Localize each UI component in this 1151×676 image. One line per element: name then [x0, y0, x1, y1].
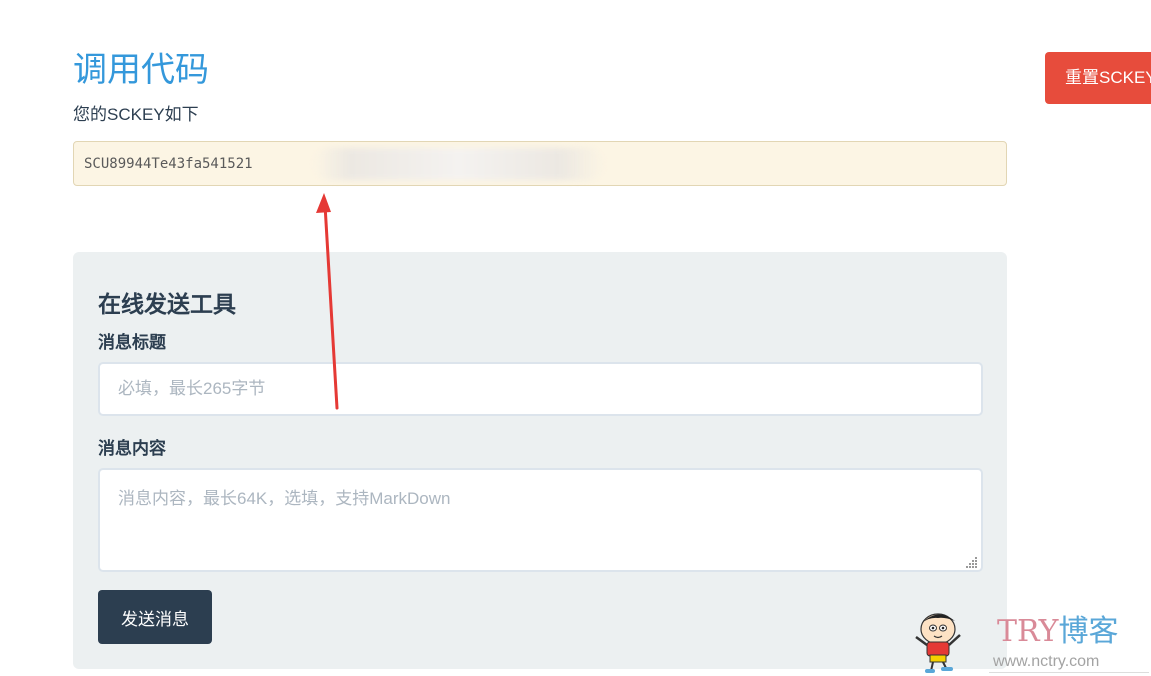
message-title-input[interactable] — [98, 362, 983, 416]
sckey-label: 您的SCKEY如下 — [73, 105, 199, 124]
mascot-icon — [915, 613, 961, 673]
resize-handle-icon[interactable] — [966, 556, 978, 568]
watermark-brand: TRY博客 — [997, 615, 1118, 649]
watermark-url: www.nctry.com — [993, 653, 1100, 670]
send-tool-title: 在线发送工具 — [98, 291, 236, 317]
reset-sckey-button[interactable]: 重置SCKEY — [1045, 52, 1151, 104]
message-content-label: 消息内容 — [98, 439, 166, 458]
watermark: TRY博客 www.nctry.com — [905, 605, 1149, 675]
message-title-label: 消息标题 — [98, 333, 166, 352]
send-tool-panel: 在线发送工具 消息标题 消息内容 发送消息 — [73, 252, 1007, 669]
sckey-display[interactable]: SCU89944Te43fa541521 — [73, 141, 1007, 186]
sckey-value: SCU89944Te43fa541521 — [84, 156, 253, 172]
page-title: 调用代码 — [73, 51, 209, 89]
watermark-brand-suffix: 博客 — [1058, 614, 1119, 649]
sckey-redaction-mask — [314, 148, 604, 180]
send-message-button[interactable]: 发送消息 — [98, 590, 212, 644]
watermark-brand-prefix: TRY — [997, 614, 1059, 649]
message-content-textarea[interactable] — [98, 468, 983, 572]
watermark-divider — [989, 672, 1149, 673]
